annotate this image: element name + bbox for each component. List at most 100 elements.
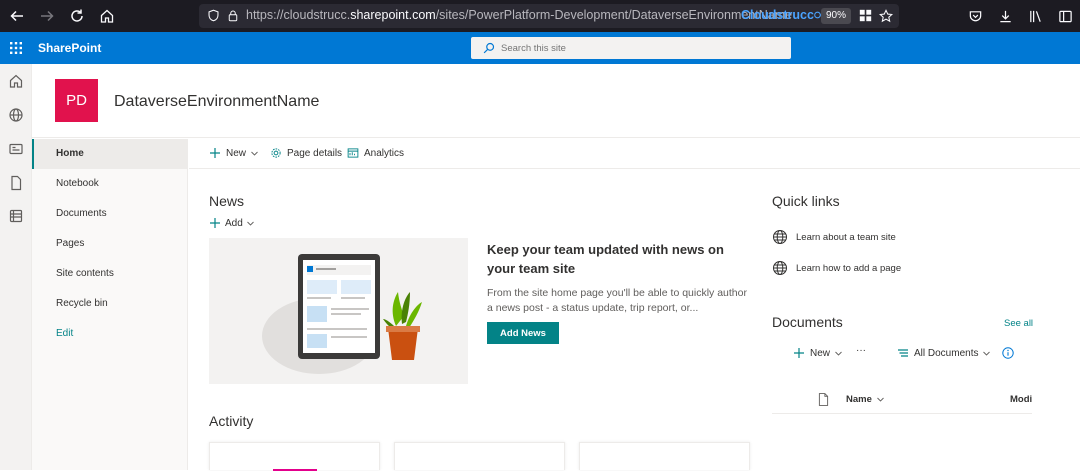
analytics-label: Analytics <box>364 147 405 159</box>
new-label: New <box>226 147 247 159</box>
plus-icon <box>210 148 220 158</box>
activity-title: Activity <box>209 413 254 429</box>
nav-item-recycle-bin[interactable]: Recycle bin <box>32 289 187 319</box>
news-icon[interactable] <box>8 141 24 157</box>
add-news-button[interactable]: Add News <box>487 322 559 344</box>
activity-card[interactable] <box>579 442 750 470</box>
documents-new-button[interactable]: New <box>793 347 848 359</box>
chevron-down-icon <box>877 397 884 402</box>
forward-button[interactable] <box>34 3 60 29</box>
home-button[interactable] <box>94 3 120 29</box>
more-label: ··· <box>856 345 866 356</box>
nav-item-notebook[interactable]: Notebook <box>32 169 187 199</box>
search-icon <box>483 42 495 54</box>
site-search[interactable] <box>471 37 791 59</box>
column-header-name[interactable]: Name <box>846 394 885 405</box>
news-add-button[interactable]: Add <box>209 217 259 229</box>
nav-item-home[interactable]: Home <box>32 139 187 169</box>
nav-item-site-contents[interactable]: Site contents <box>32 259 187 289</box>
news-headline: Keep your team updated with news on your… <box>487 242 724 276</box>
sidebar-toggle-button[interactable] <box>1050 1 1080 31</box>
documents-more-button[interactable]: ··· <box>856 345 866 356</box>
documents-new-label: New <box>810 347 831 359</box>
cloudstrucc-extension[interactable]: Cloudstrucc <box>741 8 828 22</box>
waffle-icon <box>10 42 22 54</box>
column-header-modified[interactable]: Modi <box>1010 394 1032 405</box>
site-navigation: Home Notebook Documents Pages Site conte… <box>32 139 188 470</box>
nav-item-documents[interactable]: Documents <box>32 199 187 229</box>
news-add-label: Add <box>225 217 243 229</box>
address-bar[interactable]: https://cloudstrucc.sharepoint.com/sites… <box>199 4 899 28</box>
activity-card[interactable] <box>209 442 380 471</box>
site-title[interactable]: DataverseEnvironmentName <box>114 93 319 111</box>
pocket-icon <box>969 10 981 21</box>
lock-icon <box>228 10 238 22</box>
page-details-label: Page details <box>287 147 343 159</box>
app-launcher-button[interactable] <box>0 32 32 64</box>
chevron-down-icon <box>835 351 842 356</box>
analytics-button[interactable]: Analytics <box>347 147 404 159</box>
document-icon[interactable] <box>8 175 24 191</box>
view-selector[interactable]: All Documents <box>897 347 996 359</box>
column-modified-label: Modi <box>1010 394 1033 405</box>
url-host: sharepoint.com <box>350 8 436 22</box>
nav-edit-link[interactable]: Edit <box>32 319 187 349</box>
quick-link-label: Learn how to add a page <box>796 262 902 274</box>
shield-icon <box>208 9 219 22</box>
downloads-button[interactable] <box>990 1 1020 31</box>
documents-title: Documents <box>772 314 843 330</box>
library-button[interactable] <box>1020 1 1050 31</box>
browser-right-tools <box>960 0 1080 32</box>
chevron-down-icon <box>246 221 254 226</box>
command-bar: New Page details Analytics <box>189 139 1080 169</box>
url-prefix: https://cloudstrucc. <box>246 8 351 22</box>
list-icon[interactable] <box>8 208 24 224</box>
url-text[interactable]: https://cloudstrucc.sharepoint.com/sites… <box>246 8 792 22</box>
new-button[interactable]: New <box>209 147 264 159</box>
reload-button[interactable] <box>64 3 90 29</box>
globe-icon <box>773 261 787 275</box>
page-details-button[interactable]: Page details <box>270 147 342 159</box>
site-logo[interactable]: PD <box>55 79 98 122</box>
quick-links-title: Quick links <box>772 193 840 209</box>
plus-icon <box>210 218 220 228</box>
site-header: PD DataverseEnvironmentName <box>32 64 1080 138</box>
home-icon[interactable] <box>8 73 24 89</box>
bookmark-star-icon[interactable] <box>879 9 893 23</box>
nav-item-pages[interactable]: Pages <box>32 229 187 259</box>
column-name-label: Name <box>846 394 872 405</box>
see-all-link[interactable]: See all <box>1004 318 1033 329</box>
url-path: /sites/PowerPlatform-Development/Dataver… <box>435 8 793 22</box>
globe-icon <box>773 230 787 244</box>
zoom-level-badge[interactable]: 90% <box>821 8 852 24</box>
news-title: News <box>209 193 245 209</box>
suite-bar: SharePoint <box>0 32 1080 64</box>
pocket-button[interactable] <box>960 1 990 31</box>
home-icon <box>100 9 114 23</box>
qr-grid-icon <box>859 9 872 22</box>
lines-icon <box>898 349 908 357</box>
extension-label: Cloudstrucc <box>741 8 814 22</box>
site-logo-initials: PD <box>66 92 87 109</box>
quick-link-item[interactable]: Learn about a team site <box>772 229 896 245</box>
back-button[interactable] <box>4 3 30 29</box>
back-arrow-icon <box>10 10 23 22</box>
gear-icon <box>271 148 281 158</box>
info-icon[interactable] <box>1002 347 1014 359</box>
quick-link-item[interactable]: Learn how to add a page <box>772 260 901 276</box>
sidebar-icon <box>1058 10 1072 22</box>
browser-toolbar: https://cloudstrucc.sharepoint.com/sites… <box>0 0 1080 32</box>
sharepoint-title[interactable]: SharePoint <box>38 41 101 55</box>
quick-link-label: Learn about a team site <box>796 231 896 243</box>
globe-icon[interactable] <box>8 107 24 123</box>
column-header-divider <box>772 413 1032 414</box>
activity-card[interactable] <box>394 442 565 470</box>
news-illustration <box>209 238 468 384</box>
chevron-down-icon <box>983 351 991 356</box>
forward-arrow-icon <box>41 10 54 22</box>
plus-icon <box>794 348 804 358</box>
app-bar <box>0 64 32 470</box>
reload-icon <box>71 9 83 22</box>
search-input[interactable] <box>501 40 781 56</box>
download-icon <box>999 10 1011 22</box>
